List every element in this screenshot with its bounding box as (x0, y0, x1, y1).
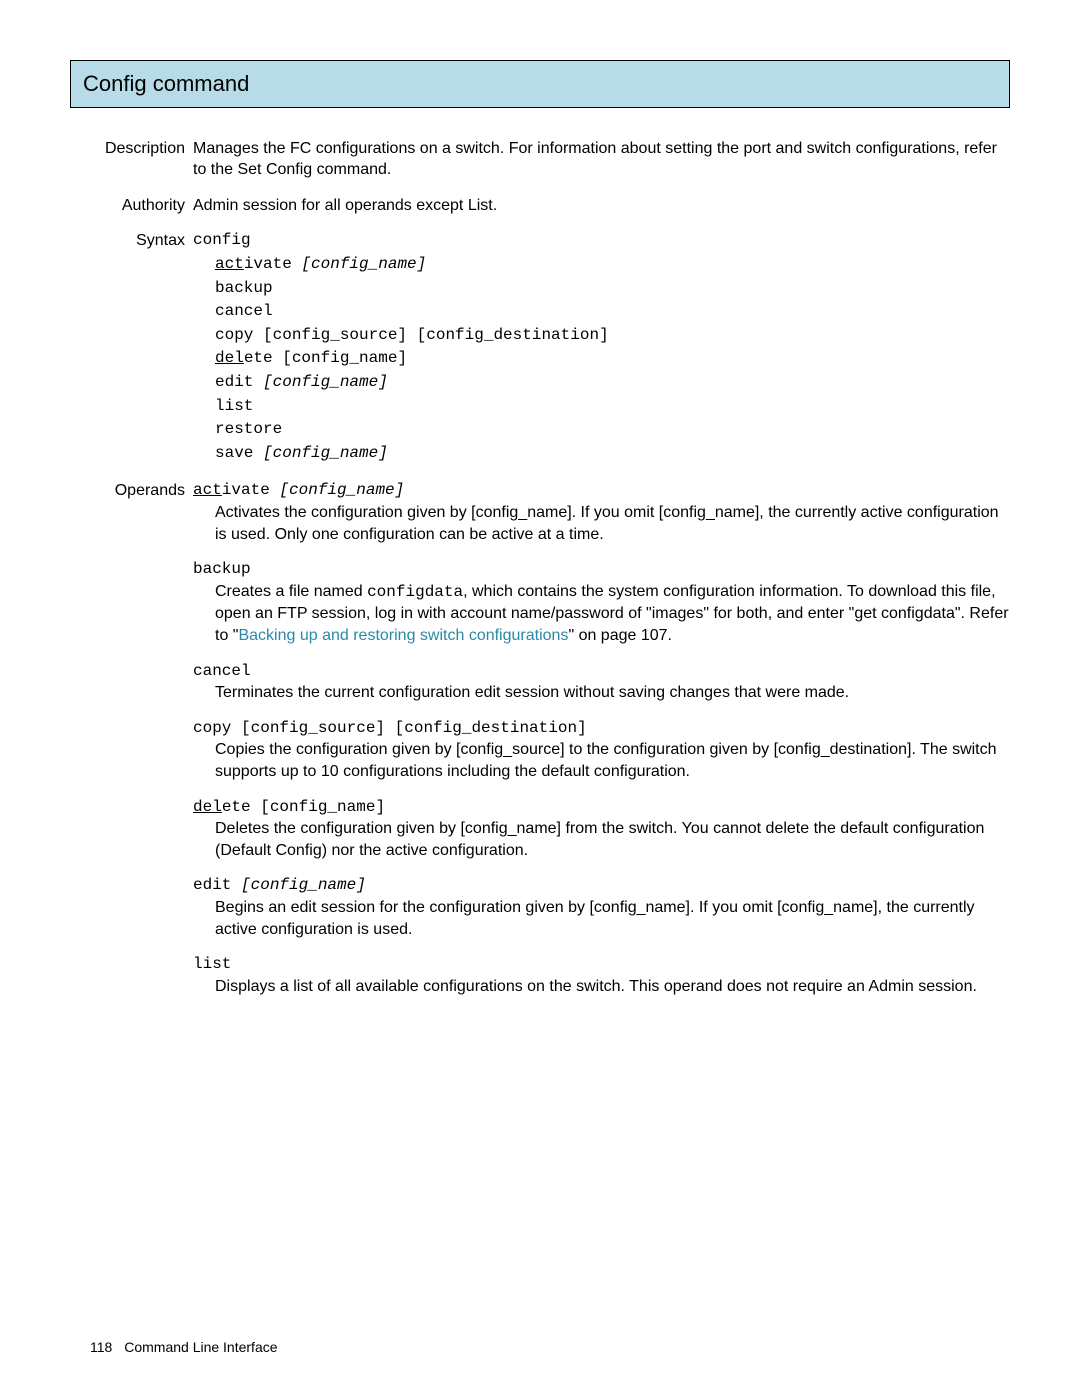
operand-copy-desc: Copies the configuration given by [confi… (193, 739, 1010, 782)
syntax-edit: edit [config_name] (193, 372, 1010, 394)
operand-cancel: cancel Terminates the current configurat… (193, 661, 1010, 704)
description-label: Description (70, 138, 193, 181)
authority-text: Admin session for all operands except Li… (193, 195, 1010, 217)
operand-list-desc: Displays a list of all available configu… (193, 976, 1010, 998)
operand-list-head: list (193, 954, 1010, 976)
operand-copy-head: copy [config_source] [config_destination… (193, 718, 1010, 740)
syntax-row: Syntax config activate [config_name] bac… (70, 230, 1010, 466)
backup-link[interactable]: Backing up and restoring switch configur… (238, 627, 568, 644)
operand-list: list Displays a list of all available co… (193, 954, 1010, 997)
operand-delete: delete [config_name] Deletes the configu… (193, 797, 1010, 862)
operand-backup-head: backup (193, 559, 1010, 581)
operand-edit-head: edit [config_name] (193, 875, 1010, 897)
syntax-restore: restore (193, 419, 1010, 441)
operands-label: Operands (70, 480, 193, 1011)
operand-cancel-desc: Terminates the current configuration edi… (193, 682, 1010, 704)
syntax-save: save [config_name] (193, 443, 1010, 465)
page-number: 118 (90, 1339, 112, 1355)
operand-edit-desc: Begins an edit session for the configura… (193, 897, 1010, 940)
authority-label: Authority (70, 195, 193, 217)
syntax-block: config activate [config_name] backup can… (193, 230, 1010, 466)
syntax-backup: backup (193, 278, 1010, 300)
operand-copy: copy [config_source] [config_destination… (193, 718, 1010, 783)
syntax-copy: copy [config_source] [config_destination… (193, 325, 1010, 347)
syntax-label: Syntax (70, 230, 193, 466)
operand-edit: edit [config_name] Begins an edit sessio… (193, 875, 1010, 940)
document-page: Config command Description Manages the F… (0, 0, 1080, 1397)
syntax-delete: delete [config_name] (193, 348, 1010, 370)
operand-backup: backup Creates a file named configdata, … (193, 559, 1010, 646)
operands-block: activate [config_name] Activates the con… (193, 480, 1010, 1011)
syntax-list: list (193, 396, 1010, 418)
operand-backup-desc: Creates a file named configdata, which c… (193, 581, 1010, 647)
operand-delete-desc: Deletes the configuration given by [conf… (193, 818, 1010, 861)
operands-row: Operands activate [config_name] Activate… (70, 480, 1010, 1011)
operand-delete-head: delete [config_name] (193, 797, 1010, 819)
operand-activate-head: activate [config_name] (193, 480, 1010, 502)
authority-row: Authority Admin session for all operands… (70, 195, 1010, 217)
description-row: Description Manages the FC configuration… (70, 138, 1010, 181)
description-text: Manages the FC configurations on a switc… (193, 138, 1010, 181)
syntax-activate: activate [config_name] (193, 254, 1010, 276)
operand-activate: activate [config_name] Activates the con… (193, 480, 1010, 545)
page-title: Config command (70, 60, 1010, 108)
operand-activate-desc: Activates the configuration given by [co… (193, 502, 1010, 545)
syntax-cancel: cancel (193, 301, 1010, 323)
syntax-cmd: config (193, 230, 1010, 252)
footer-text: Command Line Interface (124, 1339, 277, 1355)
operand-cancel-head: cancel (193, 661, 1010, 683)
page-footer: 118 Command Line Interface (90, 1338, 278, 1357)
